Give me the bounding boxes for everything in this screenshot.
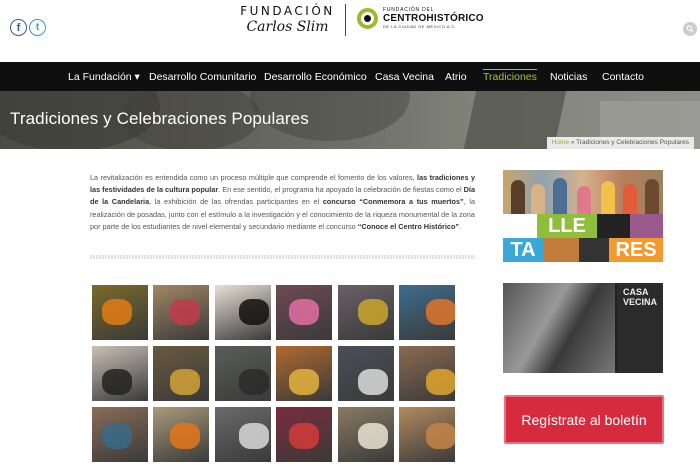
gallery-thumbnail[interactable] (215, 346, 271, 401)
nav-item-casa-vecina[interactable]: Casa Vecina (375, 62, 434, 91)
gallery-thumbnail[interactable] (153, 346, 209, 401)
intro-text: . (459, 221, 462, 231)
gallery-thumbnail[interactable] (276, 346, 332, 401)
casa-vecina-line-2: VECINA (623, 297, 658, 307)
logo-line-1: FUNDACIÓN (240, 4, 335, 18)
gallery-thumbnail-detail (102, 299, 132, 325)
nav-item-desarrollo-economico[interactable]: Desarrollo Económico (264, 62, 367, 91)
nav-item-tradiciones[interactable]: Tradiciones (483, 62, 537, 91)
site-header: f t FUNDACIÓN Carlos Slim FUNDACIÓN DEL … (0, 0, 700, 62)
talleres-cell (543, 238, 579, 262)
gallery-thumbnail[interactable] (338, 285, 394, 340)
casa-vecina-banner[interactable]: CASA VECINA (503, 283, 663, 373)
gallery-thumbnail[interactable] (153, 407, 209, 462)
centro-historico-logo-icon (357, 7, 378, 29)
breadcrumb: Home » Tradiciones y Celebraciones Popul… (546, 137, 694, 149)
twitter-icon[interactable]: t (29, 19, 46, 36)
gallery-thumbnail-detail (426, 299, 455, 325)
gallery-thumbnail[interactable] (276, 285, 332, 340)
talleres-cell (503, 214, 537, 238)
gallery-thumbnail-detail (102, 369, 132, 395)
gallery-thumbnail-detail (358, 423, 388, 449)
logo-fundacion-carlos-slim[interactable]: FUNDACIÓN Carlos Slim (240, 4, 335, 35)
talleres-cell: RES (609, 238, 663, 262)
intro-text: . En ese sentido, el programa ha apoyado… (218, 185, 464, 195)
gallery-thumbnail-detail (289, 369, 319, 395)
nav-item-noticias[interactable]: Noticias (550, 62, 587, 91)
talleres-banner[interactable]: LLE TA RES (503, 170, 663, 262)
gallery-thumbnail-detail (426, 423, 455, 449)
gallery-thumbnail[interactable] (92, 407, 148, 462)
casa-vecina-text: CASA VECINA (623, 287, 663, 307)
talleres-cell (597, 214, 630, 238)
gallery-thumbnail-detail (239, 423, 269, 449)
page-title: Tradiciones y Celebraciones Populares (10, 109, 309, 128)
main-nav: La Fundación ▾ Desarrollo Comunitario De… (0, 62, 700, 91)
gallery-thumbnail[interactable] (92, 346, 148, 401)
gallery-thumbnail[interactable] (153, 285, 209, 340)
gallery-thumbnail[interactable] (399, 407, 455, 462)
gallery-thumbnail-detail (289, 423, 319, 449)
facebook-icon[interactable]: f (10, 19, 27, 36)
nav-item-desarrollo-comunitario[interactable]: Desarrollo Comunitario (149, 62, 256, 91)
section-divider (90, 255, 475, 259)
casa-vecina-line-1: CASA (623, 287, 649, 297)
gallery-thumbnail-detail (426, 369, 455, 395)
breadcrumb-current: Tradiciones y Celebraciones Populares (576, 139, 689, 146)
talleres-cell: LLE (537, 214, 597, 238)
nav-item-contacto[interactable]: Contacto (602, 62, 644, 91)
intro-paragraph: La revitalización es entendida como un p… (90, 172, 475, 233)
gallery-thumbnail-detail (358, 299, 388, 325)
talleres-photo (503, 170, 663, 214)
intro-text: , la exhibición de las ofrendas particip… (149, 197, 323, 207)
gallery-thumbnail-detail (170, 369, 200, 395)
gallery-thumbnail[interactable] (338, 346, 394, 401)
logo2-line-2: CENTROHISTÓRICO (383, 13, 484, 24)
intro-bold: concurso “Conmemora a tus muertos” (322, 197, 464, 207)
talleres-cell (579, 238, 609, 262)
social-links: f t (10, 19, 46, 36)
gallery-thumbnail[interactable] (215, 285, 271, 340)
logo-centro-historico[interactable]: FUNDACIÓN DEL CENTROHISTÓRICO DE LA CIUD… (357, 7, 484, 29)
gallery-thumbnail-detail (102, 423, 132, 449)
logo-line-2: Carlos Slim (246, 19, 329, 35)
talleres-row-1: LLE (503, 214, 663, 238)
intro-bold: “Conoce el Centro Histórico” (357, 221, 460, 231)
intro-text: La revitalización es entendida como un p… (90, 173, 418, 182)
gallery-thumbnail-detail (239, 369, 269, 395)
nav-item-atrio[interactable]: Atrio (445, 62, 467, 91)
talleres-row-2: TA RES (503, 238, 663, 262)
gallery-thumbnail[interactable] (92, 285, 148, 340)
talleres-cell (630, 214, 663, 238)
gallery-thumbnail[interactable] (215, 407, 271, 462)
talleres-cell: TA (503, 238, 543, 262)
gallery-thumbnail[interactable] (338, 407, 394, 462)
gallery-thumbnail-detail (239, 299, 269, 325)
breadcrumb-home-link[interactable]: Home (552, 139, 569, 146)
casa-vecina-photo (503, 283, 615, 373)
nav-item-la-fundacion[interactable]: La Fundación ▾ (68, 62, 140, 91)
gallery-thumbnail-detail (170, 299, 200, 325)
gallery-thumbnail-detail (358, 369, 388, 395)
gallery-thumbnail-detail (289, 299, 319, 325)
search-icon[interactable] (683, 22, 697, 36)
gallery-thumbnail[interactable] (399, 285, 455, 340)
logo-divider (345, 4, 346, 36)
gallery-thumbnail[interactable] (276, 407, 332, 462)
gallery-thumbnail[interactable] (399, 346, 455, 401)
logo2-line-3: DE LA CIUDAD DE MÉXICO A.C. (383, 24, 457, 29)
newsletter-signup-button[interactable]: Regístrate al boletín (504, 395, 664, 444)
gallery-thumbnail-detail (170, 423, 200, 449)
